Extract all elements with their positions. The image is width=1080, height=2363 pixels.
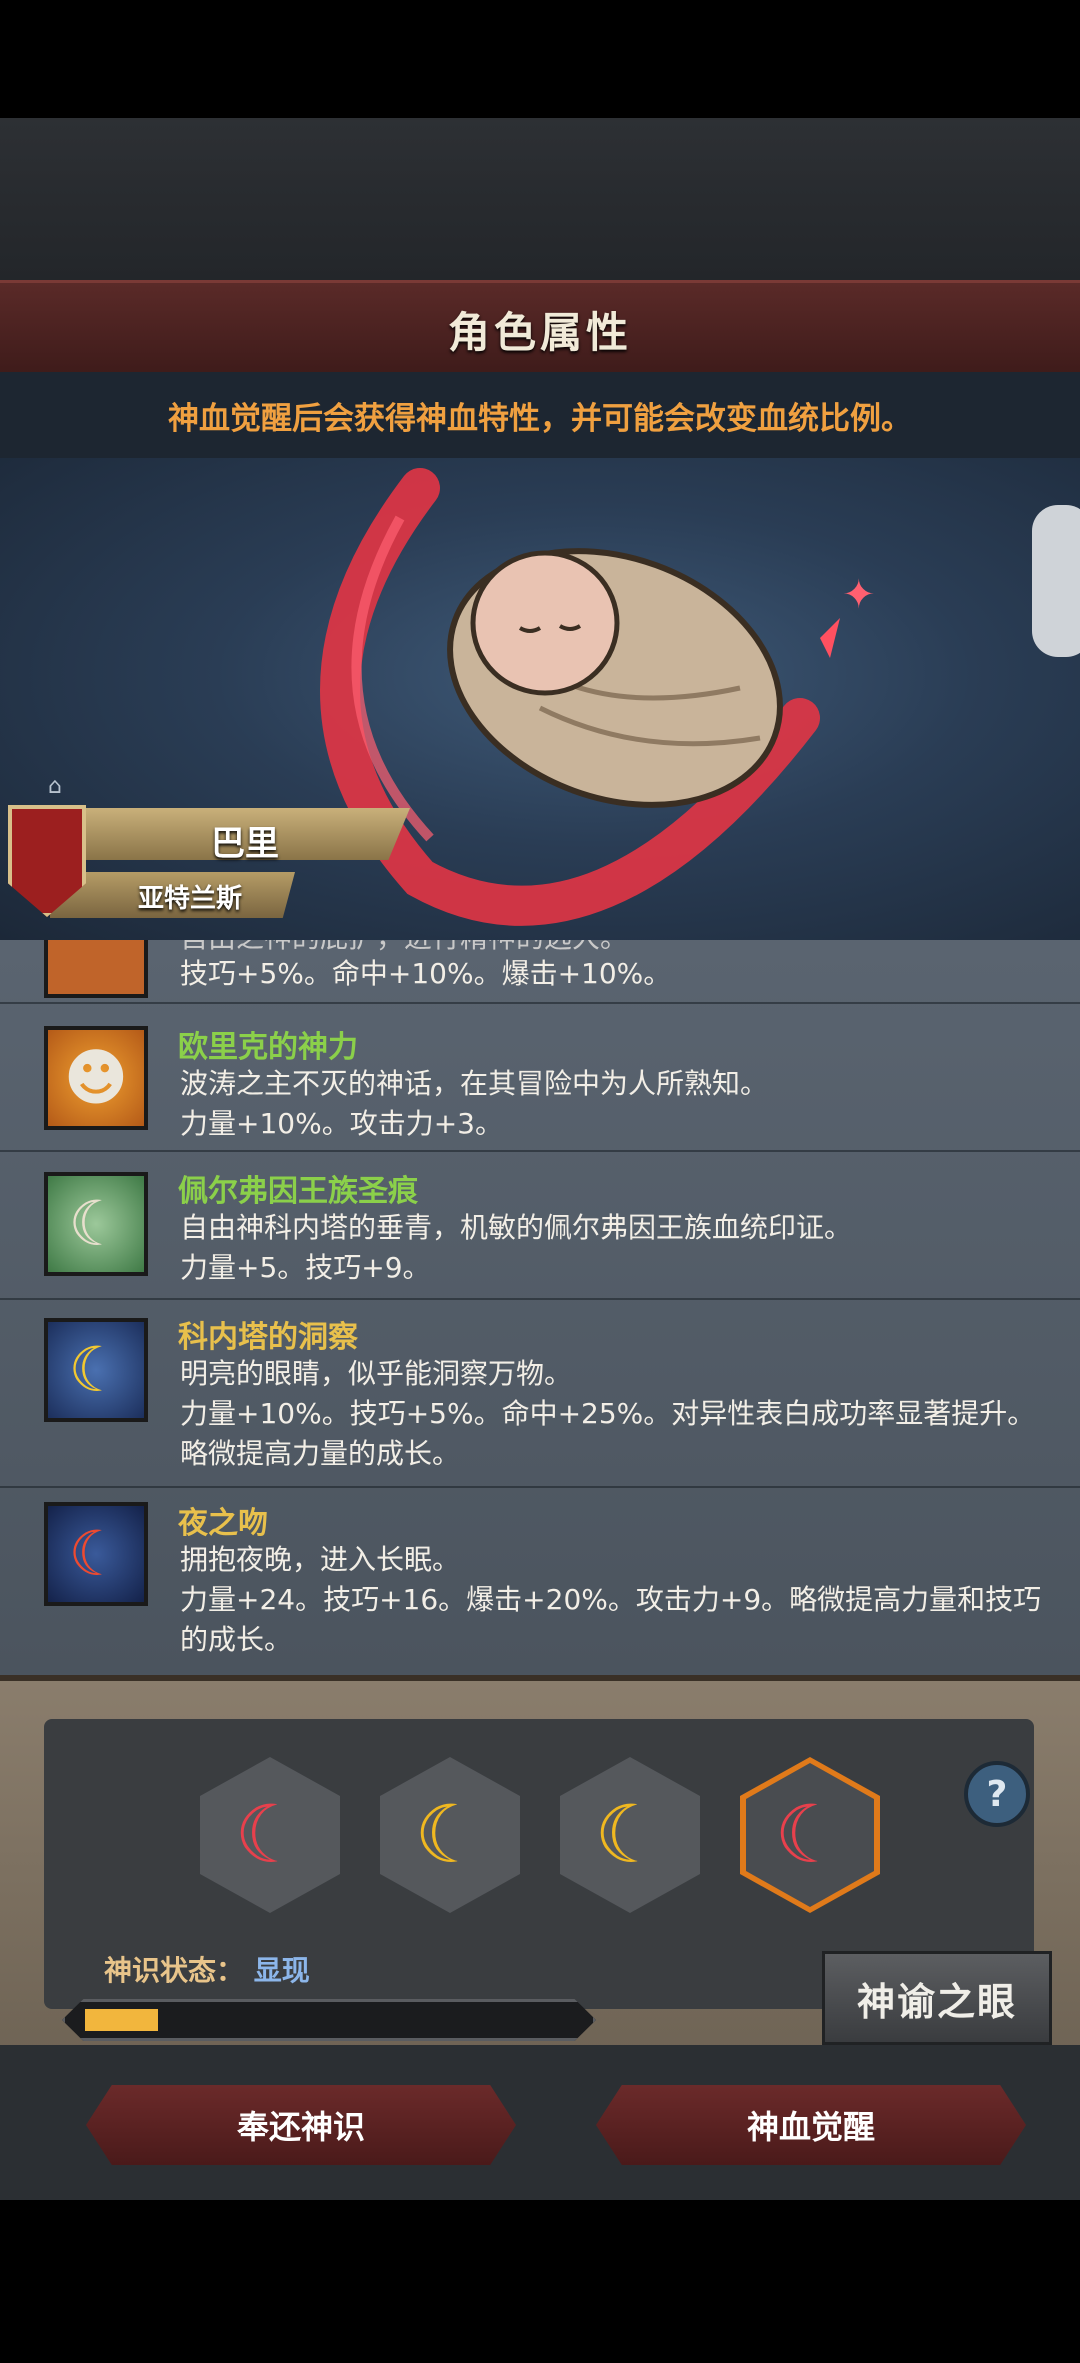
gold-crescent-icon: ☾	[414, 1788, 486, 1881]
red-moon-icon: ☾	[44, 1502, 148, 1606]
svg-text:✦: ✦	[842, 572, 876, 618]
page-header: 角色属性	[0, 280, 1080, 378]
trait-effect: 力量+10%。攻击力+3。	[180, 1107, 503, 1140]
house-icon: ⌂	[48, 774, 62, 799]
bloodline-slot-3[interactable]: ☾	[560, 1757, 700, 1913]
navigation-bar-area	[0, 2200, 1080, 2363]
red-crescent-icon: ☾	[234, 1788, 306, 1881]
trait-effect: 力量+24。技巧+16。爆击+20%。攻击力+9。略微提高力量和技巧	[180, 1583, 1042, 1616]
character-origin: 亚特兰斯	[137, 884, 242, 914]
trait-desc: 明亮的眼睛，似乎能洞察万物。	[180, 1357, 573, 1390]
divine-sense-progress	[62, 1999, 596, 2041]
crescent-mark-icon: ☾	[44, 1172, 148, 1276]
notice-text: 神血觉醒后会获得神血特性，并可能会改变血统比例。	[168, 400, 912, 437]
divine-sense-panel: ☾ ☾ ☾ ☾ ? 神识状态： 显现 神谕之眼	[0, 1675, 1080, 2051]
help-button[interactable]: ?	[964, 1761, 1030, 1827]
trait-desc: 波涛之主不灭的神话，在其冒险中为人所熟知。	[180, 1067, 769, 1100]
top-spacer	[0, 118, 1080, 280]
oracle-eye-button[interactable]: 神谕之眼	[822, 1951, 1052, 2045]
bloodline-slot-4[interactable]: ☾	[740, 1757, 880, 1913]
trait-desc: 拥抱夜晚，进入长眠。	[180, 1543, 461, 1576]
action-bar: 奉还神识 神血觉醒	[0, 2045, 1080, 2200]
page-title: 角色属性	[447, 307, 632, 357]
character-nameplate: ⌂ 巴里 亚特兰斯	[0, 774, 430, 930]
list-item[interactable]: 自由之神的庇护，进行精神的远大。 技巧+5%。命中+10%。爆击+10%。	[0, 940, 1080, 1004]
status-value: 显现	[253, 1954, 310, 1987]
trait-name: 佩尔弗因王族圣痕	[178, 1174, 418, 1209]
smiling-sun-icon: ☻	[44, 1026, 148, 1130]
trait-effect: 力量+5。技巧+9。	[180, 1251, 431, 1284]
golden-moon-icon: ☾	[44, 1318, 148, 1422]
character-name: 巴里	[211, 824, 279, 864]
trait-growth: 的成长。	[180, 1623, 293, 1656]
trait-desc: 自由神科内塔的垂青，机敏的佩尔弗因王族血统印证。	[180, 1211, 853, 1244]
bloodline-slot-2[interactable]: ☾	[380, 1757, 520, 1913]
trait-list[interactable]: 自由之神的庇护，进行精神的远大。 技巧+5%。命中+10%。爆击+10%。 ☻ …	[0, 940, 1080, 1675]
trait-name: 科内塔的洞察	[178, 1320, 358, 1355]
awakening-notice: 神血觉醒后会获得神血特性，并可能会改变血统比例。	[0, 372, 1080, 458]
bloodline-awaken-button[interactable]: 神血觉醒	[596, 2085, 1026, 2165]
side-drawer-tab[interactable]	[1032, 505, 1080, 657]
trait-growth: 略微提高力量的成长。	[180, 1437, 461, 1470]
trait-name: 夜之吻	[178, 1506, 268, 1541]
status-label: 神识状态：	[104, 1954, 245, 1987]
list-item[interactable]: ☻ 欧里克的神力 波涛之主不灭的神话，在其冒险中为人所熟知。 力量+10%。攻击…	[0, 1002, 1080, 1152]
trait-name: 欧里克的神力	[178, 1030, 358, 1065]
gold-crescent-icon: ☾	[594, 1788, 666, 1881]
red-crescent-icon: ☾	[774, 1788, 846, 1881]
panel-inner: ☾ ☾ ☾ ☾ ? 神识状态： 显现 神谕之眼	[44, 1719, 1052, 2045]
progress-fill	[85, 2009, 158, 2031]
return-divine-sense-button[interactable]: 奉还神识	[86, 2085, 516, 2165]
trait-effect: 力量+10%。技巧+5%。命中+25%。对异性表白成功率显著提升。	[180, 1397, 1036, 1430]
sun-icon	[44, 940, 148, 998]
list-item[interactable]: ☾ 佩尔弗因王族圣痕 自由神科内塔的垂青，机敏的佩尔弗因王族血统印证。 力量+5…	[0, 1150, 1080, 1300]
bloodline-slot-1[interactable]: ☾	[200, 1757, 340, 1913]
list-item[interactable]: ☾ 夜之吻 拥抱夜晚，进入长眠。 力量+24。技巧+16。爆击+20%。攻击力+…	[0, 1486, 1080, 1675]
status-bar-area	[0, 0, 1080, 118]
divine-sense-status: 神识状态： 显现	[104, 1949, 310, 1989]
list-item[interactable]: ☾ 科内塔的洞察 明亮的眼睛，似乎能洞察万物。 力量+10%。技巧+5%。命中+…	[0, 1298, 1080, 1488]
trait-effect: 技巧+5%。命中+10%。爆击+10%。	[180, 957, 672, 990]
